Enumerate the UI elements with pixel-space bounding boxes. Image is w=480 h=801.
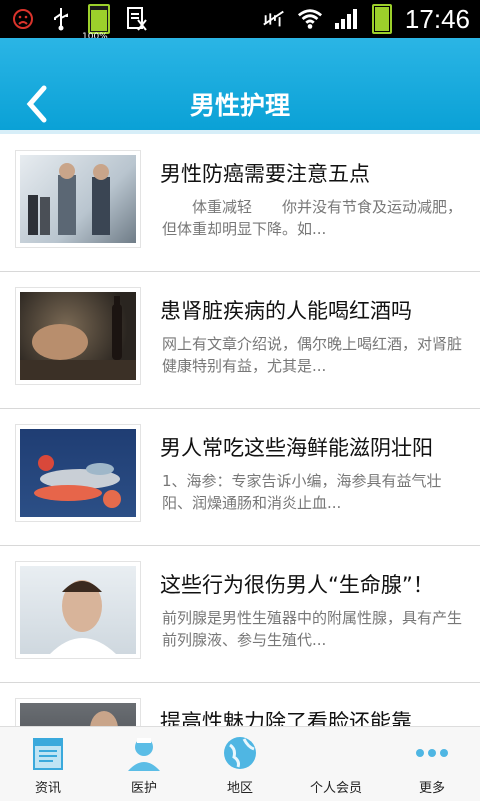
article-thumbnail — [16, 151, 140, 247]
tab-region[interactable]: 地区 — [192, 727, 288, 801]
member-icon — [316, 733, 356, 773]
article-item[interactable]: 患肾脏疾病的人能喝红酒吗 网上有文章介绍说，偶尔晚上喝红酒，对肾脏健康特别有益，… — [0, 271, 480, 409]
page-title: 男性护理 — [189, 91, 290, 120]
article-item[interactable]: 男人常吃这些海鲜能滋阴壮阳 1、海参：专家告诉小编，海参具有益气壮阳、润燥通肠和… — [0, 408, 480, 546]
bottom-tab-bar: 资讯 医护 地区 个人会员 更多 — [0, 726, 480, 801]
article-thumbnail — [16, 699, 140, 726]
tab-label: 地区 — [226, 781, 253, 796]
tab-label: 更多 — [418, 781, 445, 796]
article-item[interactable]: 这些行为很伤男人“生命腺”！ 前列腺是男性生殖器中的附属性腺，具有产生前列腺液、… — [0, 545, 480, 683]
article-thumbnail — [16, 288, 140, 384]
tab-label: 医护 — [130, 781, 157, 796]
tab-label: 资讯 — [34, 781, 61, 796]
mute-icon — [261, 6, 287, 32]
more-icon — [416, 749, 448, 757]
tab-doctor[interactable]: 医护 — [96, 727, 192, 801]
wifi-icon — [297, 6, 323, 32]
article-summary: 前列腺是男性生殖器中的附属性腺，具有产生前列腺液、参与生殖代... — [162, 609, 463, 649]
status-time: 17:46 — [404, 4, 470, 34]
tab-label: 个人会员 — [309, 781, 362, 796]
article-item[interactable]: 提高性魅力除了看脸还能靠 — [0, 682, 480, 726]
article-thumbnail — [16, 562, 140, 658]
tab-member[interactable]: 个人会员 — [288, 727, 384, 801]
article-title: 患肾脏疾病的人能喝红酒吗 — [160, 299, 412, 323]
sad-face-icon — [10, 6, 36, 32]
article-item[interactable]: 男性防癌需要注意五点 体重减轻 你并没有节食及运动减肥，但体重却明显下降。如..… — [0, 134, 480, 272]
tab-news[interactable]: 资讯 — [0, 727, 96, 801]
battery-icon — [369, 4, 395, 34]
doctor-icon — [128, 738, 160, 771]
article-summary: 体重减轻 你并没有节食及运动减肥，但体重却明显下降。如... — [162, 198, 463, 238]
article-title: 男性防癌需要注意五点 — [160, 162, 370, 186]
article-summary: 网上有文章介绍说，偶尔晚上喝红酒，对肾脏健康特别有益，尤其是... — [162, 335, 463, 375]
title-bar: 男性护理 — [0, 38, 480, 134]
article-title: 这些行为很伤男人“生命腺”！ — [160, 573, 434, 597]
signal-icon — [333, 6, 359, 32]
article-title: 男人常吃这些海鲜能滋阴壮阳 — [160, 436, 433, 460]
status-bar: 100% 17:46 — [0, 0, 480, 42]
globe-icon — [224, 737, 256, 769]
article-title: 提高性魅力除了看脸还能靠 — [160, 710, 412, 726]
news-icon — [33, 738, 63, 770]
article-summary: 1、海参：专家告诉小编，海参具有益气壮阳、润燥通肠和消炎止血... — [162, 472, 442, 512]
tab-more[interactable]: 更多 — [384, 727, 480, 801]
battery-charging-icon: 100% — [82, 4, 112, 42]
article-thumbnail — [16, 425, 140, 521]
article-list[interactable]: 男性防癌需要注意五点 体重减轻 你并没有节食及运动减肥，但体重却明显下降。如..… — [0, 134, 480, 726]
usb-icon — [48, 6, 74, 32]
notification-icon — [124, 6, 150, 32]
